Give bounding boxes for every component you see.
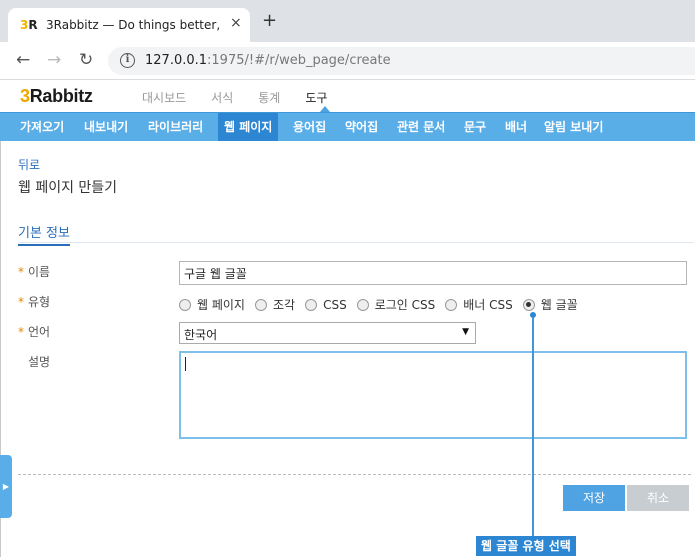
save-button[interactable]: 저장 bbox=[563, 485, 625, 511]
favicon-icon: 3R bbox=[20, 18, 38, 32]
radio-login-css[interactable]: 로그인 CSS bbox=[356, 296, 436, 313]
radio-button[interactable] bbox=[254, 298, 267, 311]
menu-web-page[interactable]: 웹 페이지 bbox=[218, 113, 279, 141]
browser-toolbar: ← → ↻ i 127.0.0.1:1975/!#/r/web_page/cre… bbox=[0, 42, 695, 80]
chevron-right-icon: ▶ bbox=[2, 482, 10, 491]
topnav-templates[interactable]: 서식 bbox=[211, 89, 233, 106]
type-label-text: 유형 bbox=[28, 295, 51, 309]
radio-css[interactable]: CSS bbox=[305, 298, 347, 312]
radio-button[interactable] bbox=[179, 298, 191, 311]
topnav-dashboard[interactable]: 대시보드 bbox=[142, 89, 186, 106]
new-tab-icon[interactable]: + bbox=[262, 12, 277, 30]
url-host: 127.0.0.1 bbox=[145, 53, 208, 68]
menu-phrases[interactable]: 문구 bbox=[458, 113, 492, 141]
tab-title: 3Rabbitz — Do things better, to bbox=[46, 18, 224, 32]
menu-export[interactable]: 내보내기 bbox=[78, 113, 134, 141]
callout-line bbox=[532, 318, 534, 536]
type-radio-group: 웹 페이지 조각 CSS 로그인 CSS 배너 CSS 웹 글꼴 bbox=[179, 296, 588, 313]
radio-label: 로그인 CSS bbox=[374, 298, 436, 312]
radio-banner-css[interactable]: 배너 CSS bbox=[445, 296, 513, 313]
radio-label: 조각 bbox=[272, 298, 296, 312]
language-selected-value: 한국어 bbox=[184, 328, 218, 342]
url-path: :1975/!#/r/web_page/create bbox=[207, 53, 391, 68]
name-label: * 이름 bbox=[18, 263, 50, 280]
description-label: 설명 bbox=[28, 355, 51, 369]
radio-web-page[interactable]: 웹 페이지 bbox=[179, 296, 245, 313]
app-header: 3Rabbitz 대시보드 서식 통계 도구 bbox=[0, 80, 695, 112]
radio-button-selected[interactable] bbox=[522, 298, 535, 311]
tools-menubar: 가져오기 내보내기 라이브러리 웹 페이지 용어집 약어집 관련 문서 문구 배… bbox=[0, 112, 695, 141]
name-input[interactable] bbox=[179, 261, 687, 285]
logo-prefix: 3 bbox=[20, 86, 30, 106]
language-label: * 언어 bbox=[18, 323, 50, 340]
radio-button[interactable] bbox=[356, 298, 369, 311]
radio-button[interactable] bbox=[445, 298, 458, 311]
required-mark: * bbox=[18, 265, 24, 279]
radio-fragment[interactable]: 조각 bbox=[254, 296, 296, 313]
text-caret bbox=[185, 357, 186, 371]
page-title: 웹 페이지 만들기 bbox=[18, 180, 118, 196]
radio-label: CSS bbox=[323, 297, 347, 312]
menu-abbreviations[interactable]: 약어집 bbox=[339, 113, 384, 141]
required-mark: * bbox=[18, 295, 24, 309]
form-divider bbox=[18, 474, 691, 475]
logo-text: Rabbitz bbox=[29, 86, 93, 106]
language-select[interactable]: 한국어 ▼ bbox=[179, 322, 476, 344]
menu-import[interactable]: 가져오기 bbox=[14, 113, 70, 141]
menu-send-alert[interactable]: 알림 보내기 bbox=[538, 113, 609, 141]
radio-label: 웹 글꼴 bbox=[540, 298, 578, 312]
dropdown-arrow-icon: ▼ bbox=[462, 327, 469, 337]
url-text[interactable]: 127.0.0.1:1975/!#/r/web_page/create bbox=[145, 53, 391, 68]
side-panel-toggle[interactable]: ▶ bbox=[0, 455, 12, 518]
menu-banner[interactable]: 배너 bbox=[499, 113, 533, 141]
menu-related-docs[interactable]: 관련 문서 bbox=[391, 113, 451, 141]
top-navigation: 대시보드 서식 통계 도구 bbox=[142, 89, 352, 106]
required-mark: * bbox=[18, 325, 24, 339]
back-arrow-icon[interactable]: ← bbox=[16, 51, 30, 69]
name-label-text: 이름 bbox=[28, 265, 51, 279]
browser-tabstrip: 3R 3Rabbitz — Do things better, to × + bbox=[0, 0, 695, 42]
browser-tab[interactable]: 3R 3Rabbitz — Do things better, to × bbox=[8, 8, 250, 42]
menu-glossary[interactable]: 용어집 bbox=[287, 113, 332, 141]
radio-label: 배너 CSS bbox=[463, 298, 513, 312]
radio-label: 웹 페이지 bbox=[197, 298, 245, 312]
address-bar[interactable]: i 127.0.0.1:1975/!#/r/web_page/create bbox=[108, 47, 695, 75]
menu-library[interactable]: 라이브러리 bbox=[142, 113, 209, 141]
language-label-text: 언어 bbox=[28, 325, 51, 339]
logo[interactable]: 3Rabbitz bbox=[20, 86, 93, 107]
forward-arrow-icon[interactable]: → bbox=[47, 51, 61, 69]
type-label: * 유형 bbox=[18, 293, 50, 310]
radio-button[interactable] bbox=[305, 298, 318, 311]
close-tab-icon[interactable]: × bbox=[230, 15, 242, 31]
description-textarea[interactable] bbox=[179, 351, 687, 439]
topnav-stats[interactable]: 통계 bbox=[258, 89, 280, 106]
cancel-button[interactable]: 취소 bbox=[627, 485, 689, 511]
section-divider bbox=[18, 242, 694, 243]
callout-label: 웹 글꼴 유형 선택 bbox=[476, 536, 576, 556]
info-icon[interactable]: i bbox=[120, 53, 135, 68]
reload-icon[interactable]: ↻ bbox=[79, 51, 93, 69]
back-link[interactable]: 뒤로 bbox=[18, 156, 40, 173]
topnav-tools[interactable]: 도구 bbox=[305, 89, 327, 106]
